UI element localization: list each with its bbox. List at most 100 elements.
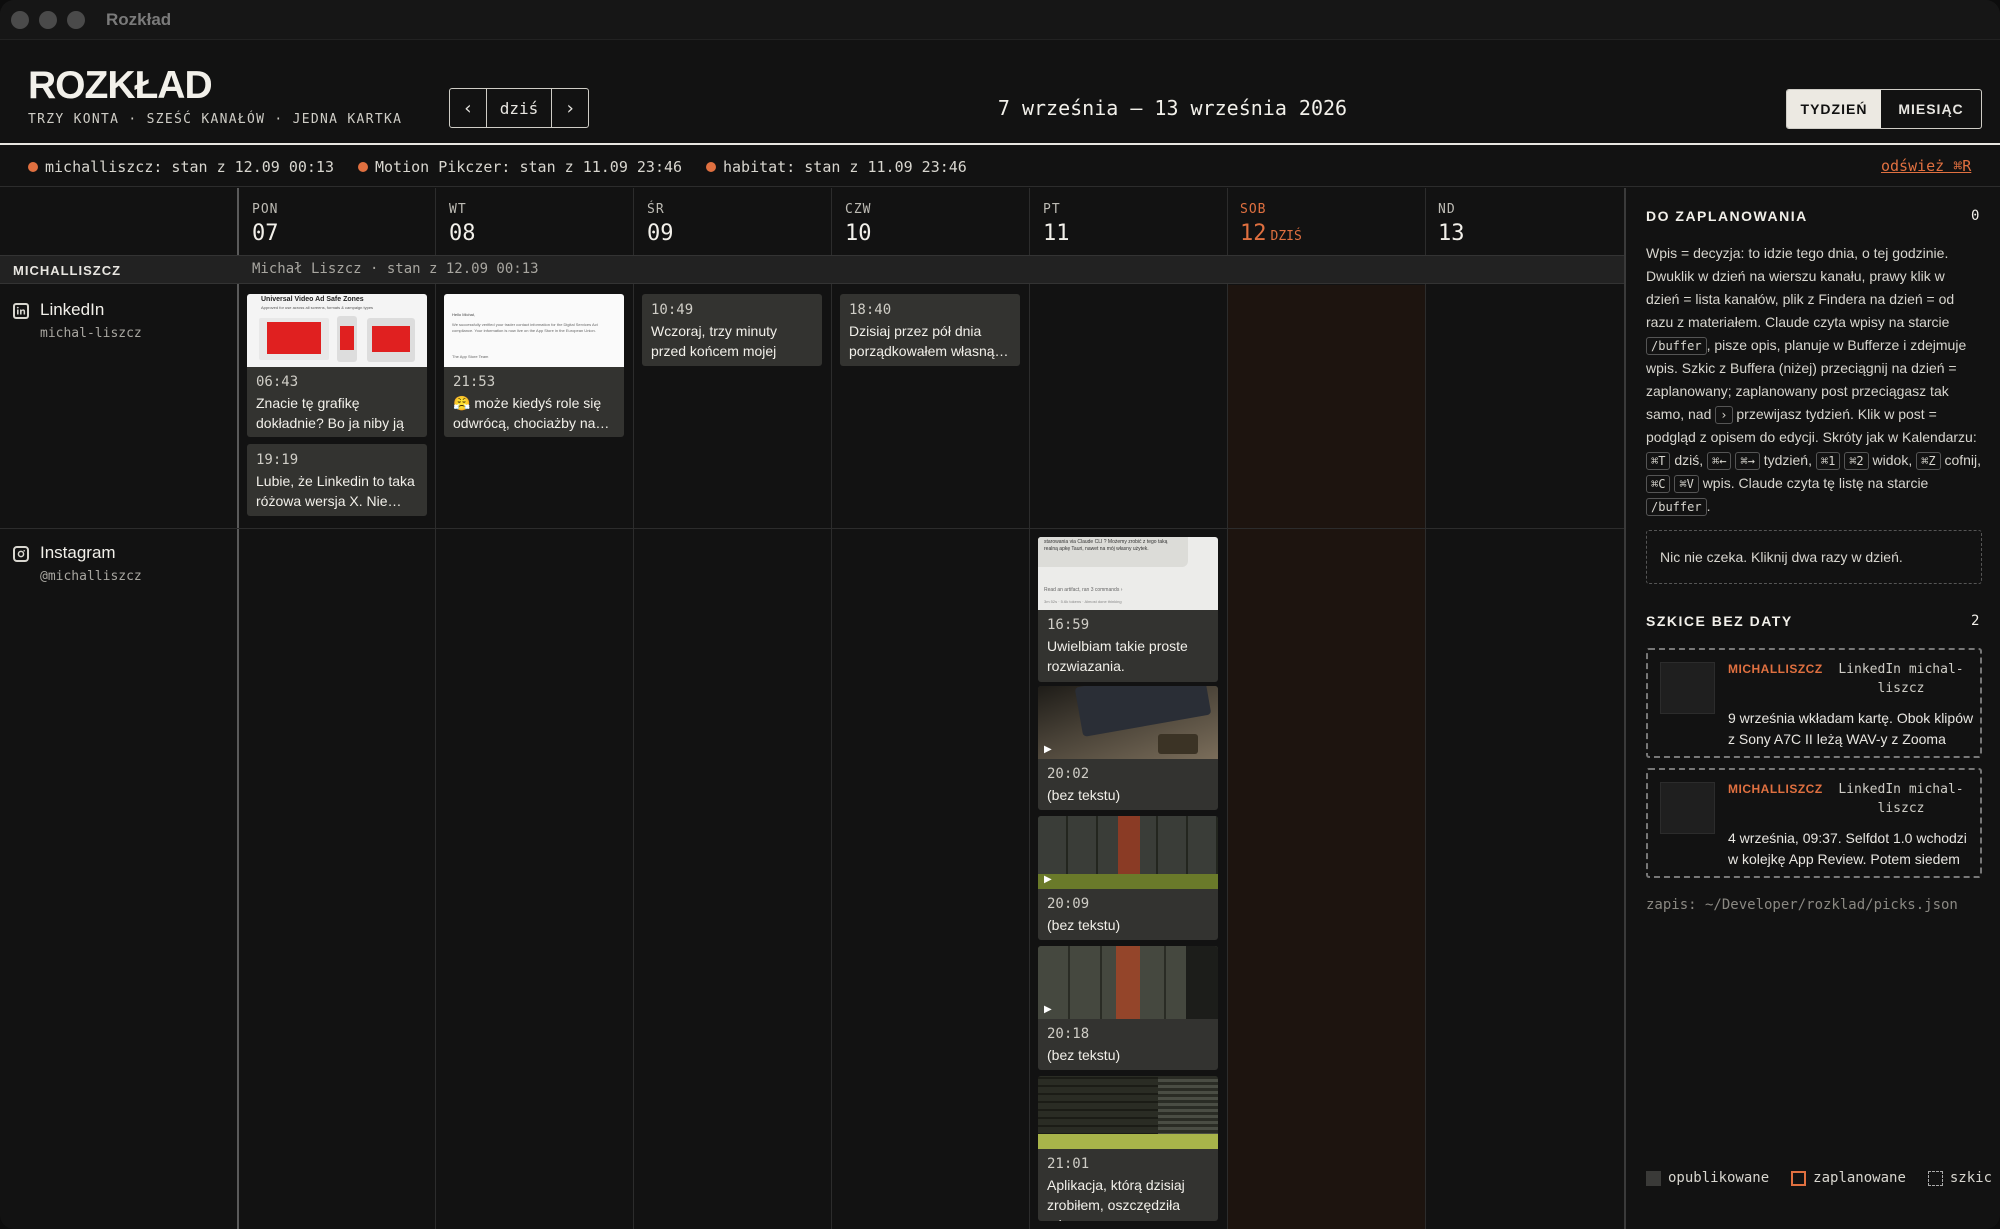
month-view-button[interactable]: MIESIĄC <box>1881 90 1981 128</box>
post-card[interactable]: 19:19 Lubie, że Linkedin to taka różowa … <box>247 444 427 516</box>
shortcut-chip: ⌘1 <box>1815 452 1841 470</box>
post-text: Lubie, że Linkedin to taka różowa wersja… <box>256 473 415 509</box>
channel-handle: michal-liszcz <box>40 326 142 341</box>
post-text: 😤 może kiedyś role się odwrócą, chociażb… <box>453 395 610 431</box>
day-number: 12 <box>1240 221 1267 246</box>
post-card[interactable]: ▶ 20:09 (bez tekstu) <box>1038 816 1218 940</box>
refresh-link[interactable]: odśwież ⌘R <box>1881 157 1971 175</box>
drafts-count: 2 <box>1971 613 1981 629</box>
draft-swatch-icon <box>1927 1170 1943 1186</box>
video-play-icon: ▶ <box>1044 874 1052 885</box>
account-row-header: MICHALLISZCZ Michał Liszcz · stan z 12.0… <box>0 255 1624 284</box>
zoom-window-button[interactable] <box>67 11 85 29</box>
command-chip: /buffer <box>1646 337 1707 355</box>
title-bar: Rozkład <box>0 0 2000 40</box>
post-thumbnail: Universal Video Ad Safe Zones Approved f… <box>247 294 427 367</box>
video-play-icon: ▶ <box>1044 744 1052 755</box>
draft-account: MICHALLISZCZ <box>1728 662 1823 676</box>
grid-divider <box>1029 188 1030 1229</box>
grid-divider <box>237 188 239 1229</box>
post-time: 21:01 <box>1047 1156 1090 1172</box>
post-card[interactable]: ▶ 20:18 (bez tekstu) <box>1038 946 1218 1070</box>
shortcut-chip: ⌘Z <box>1916 452 1941 470</box>
legend-label: zaplanowane <box>1813 1170 1906 1186</box>
day-header-today[interactable]: SOB 12 DZIŚ <box>1240 202 1302 246</box>
thumbnail-heading: Universal Video Ad Safe Zones <box>261 296 364 303</box>
day-header[interactable]: CZW 10 <box>845 202 872 246</box>
status-dot-icon <box>28 162 38 172</box>
day-header[interactable]: PON 07 <box>252 202 279 246</box>
post-time: 10:49 <box>651 302 694 318</box>
day-header[interactable]: ŚR 09 <box>647 202 674 246</box>
status-dot-icon <box>706 162 716 172</box>
empty-todo-dropzone[interactable]: Nic nie czeka. Kliknij dwa razy w dzień. <box>1646 530 1982 584</box>
draft-thumbnail <box>1660 782 1715 834</box>
post-time: 18:40 <box>849 302 892 318</box>
date-range: 7 września – 13 września 2026 <box>997 96 1348 120</box>
grid-divider <box>1227 188 1228 1229</box>
instructions-part: . <box>1706 498 1711 514</box>
app-header: ROZKŁAD TRZY KONTA · SZEŚĆ KANAŁÓW · JED… <box>0 40 2000 145</box>
shortcut-chip: ⌘→ <box>1735 452 1760 470</box>
draft-text: 4 września, 09:37. Selfdot 1.0 wchodzi w… <box>1728 830 1967 867</box>
post-card[interactable]: Universal Video Ad Safe Zones Approved f… <box>247 294 427 437</box>
draft-card[interactable]: MICHALLISZCZ LinkedIn michal-liszcz 9 wr… <box>1646 648 1982 758</box>
published-swatch-icon <box>1646 1170 1661 1186</box>
post-time: 19:19 <box>256 452 299 468</box>
account-status-text: Michał Liszcz · stan z 12.09 00:13 <box>252 261 539 277</box>
post-card[interactable]: Hello Michał, We successfully verified y… <box>444 294 624 437</box>
grid-divider <box>435 188 436 1229</box>
close-window-button[interactable] <box>11 11 29 29</box>
channel-handle: @michalliszcz <box>40 569 142 584</box>
post-card[interactable]: 18:40 Dzisiaj przez pół dnia porządkował… <box>840 294 1020 366</box>
day-name: WT <box>449 202 467 217</box>
status-dot-icon <box>358 162 368 172</box>
post-time: 20:18 <box>1047 1026 1090 1042</box>
day-header[interactable]: PT 11 <box>1043 202 1070 246</box>
instructions-text: Wpis = decyzja: to idzie tego dnia, o te… <box>1646 242 1982 518</box>
legend: opublikowane zaplanowane szkic <box>1646 1170 2000 1186</box>
legend-item-draft: szkic <box>1927 1170 1993 1186</box>
instructions-part: cofnij, <box>1944 452 1982 468</box>
instructions-part: widok, <box>1872 452 1913 468</box>
week-view-button[interactable]: TYDZIEŃ <box>1787 90 1881 128</box>
post-card[interactable]: 21:01 Aplikacja, którą dzisiaj zrobiłem,… <box>1038 1076 1218 1221</box>
day-number: 09 <box>647 221 674 246</box>
app-window: Rozkład ROZKŁAD TRZY KONTA · SZEŚĆ KANAŁ… <box>0 0 2000 1229</box>
account-status: habitat: stan z 11.09 23:46 <box>706 158 967 176</box>
day-name: CZW <box>845 202 872 217</box>
post-time: 20:02 <box>1047 766 1090 782</box>
post-card[interactable]: starowania via Claude CLI ? Możemy zrobi… <box>1038 537 1218 682</box>
instructions-part: tydzień, <box>1763 452 1812 468</box>
legend-label: szkic <box>1949 1170 1993 1186</box>
post-time: 16:59 <box>1047 617 1090 633</box>
scheduled-swatch-icon <box>1791 1170 1807 1186</box>
post-card[interactable]: ▶ 20:02 (bez tekstu) <box>1038 686 1218 810</box>
window-title: Rozkład <box>106 10 172 29</box>
day-header[interactable]: ND 13 <box>1438 202 1465 246</box>
grid-divider <box>1425 188 1426 1229</box>
shortcut-chip: ⌘T <box>1646 452 1671 470</box>
post-text: (bez tekstu) <box>1047 787 1121 803</box>
shortcut-chip: ⌘V <box>1674 475 1699 493</box>
thumbnail-text: The App Store Team <box>452 354 489 359</box>
draft-channel: LinkedIn michal-liszcz <box>1838 662 1964 696</box>
day-number: 10 <box>845 221 872 246</box>
day-header[interactable]: WT 08 <box>449 202 476 246</box>
status-text: michalliszcz: stan z 12.09 00:13 <box>45 158 334 176</box>
status-text: habitat: stan z 11.09 23:46 <box>723 158 967 176</box>
todo-section-title: DO ZAPLANOWANIA <box>1646 208 1808 224</box>
shortcut-chip: ⌘2 <box>1844 452 1869 470</box>
sidebar: DO ZAPLANOWANIA 0 Wpis = decyzja: to idz… <box>1624 188 2000 1229</box>
command-chip: /buffer <box>1646 498 1707 516</box>
post-text: (bez tekstu) <box>1047 917 1121 933</box>
draft-card[interactable]: MICHALLISZCZ LinkedIn michal-liszcz 4 wr… <box>1646 768 1982 878</box>
instructions-part: wpis. Claude czyta tę listę na starcie <box>1702 475 1929 491</box>
post-card[interactable]: 10:49 Wczoraj, trzy minuty przed końcem … <box>642 294 822 366</box>
day-number: 08 <box>449 221 476 246</box>
row-divider <box>0 528 1624 529</box>
grid-divider <box>633 188 634 1229</box>
minimize-window-button[interactable] <box>39 11 57 29</box>
legend-item-scheduled: zaplanowane <box>1791 1170 1906 1186</box>
legend-item-published: opublikowane <box>1646 1170 1769 1186</box>
